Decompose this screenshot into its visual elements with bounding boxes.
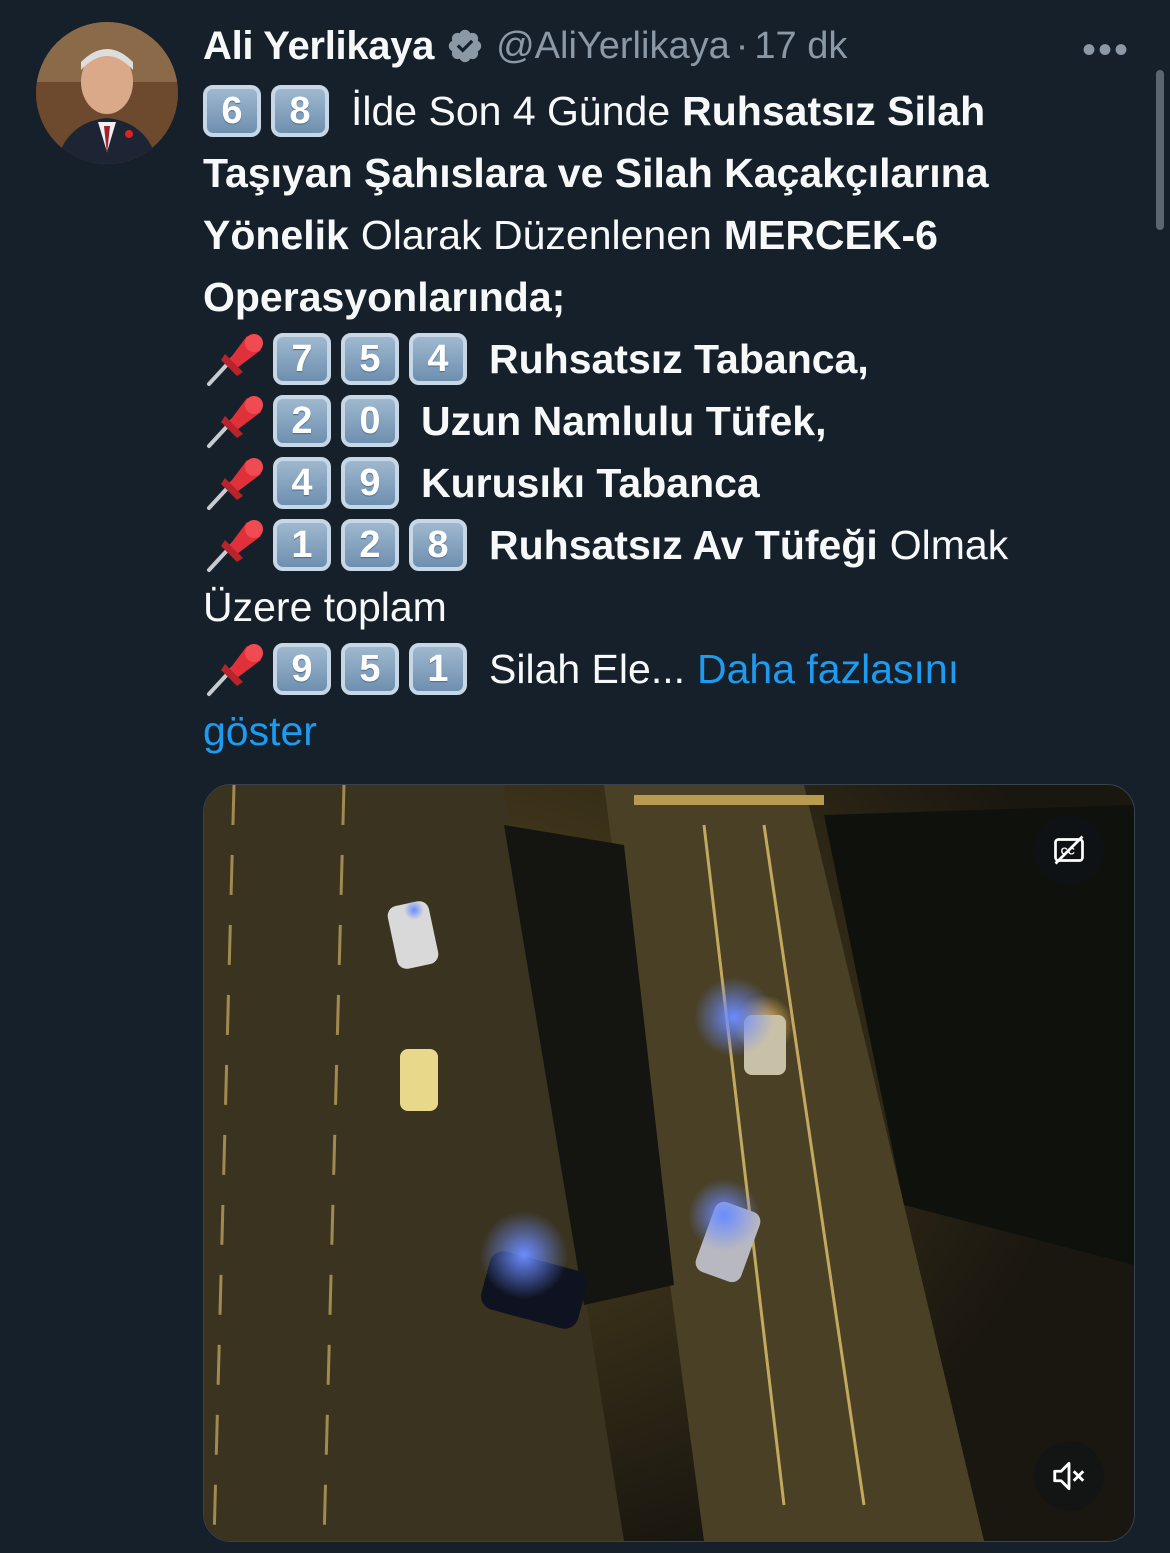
author-handle[interactable]: @AliYerlikaya bbox=[496, 25, 730, 68]
tweet-line-11: göster bbox=[203, 700, 1123, 762]
list-item: 9 5 1 Silah Ele... Daha fazlasını bbox=[203, 638, 1123, 700]
closed-captions-button[interactable]: CC bbox=[1034, 815, 1104, 885]
list-item: 1 2 8 Ruhsatsız Av Tüfeği Olmak bbox=[203, 514, 1123, 576]
avatar-photo bbox=[36, 22, 178, 164]
keycap-digit: 9 bbox=[341, 457, 399, 509]
tweet-text-normal: Silah Ele... bbox=[489, 646, 685, 692]
tweet-text-bold: Yönelik bbox=[203, 212, 349, 258]
tweet-line-9: Üzere toplam bbox=[203, 576, 1123, 638]
keycap-digit: 6 bbox=[203, 85, 261, 137]
list-item: 2 0 Uzun Namlulu Tüfek, bbox=[203, 390, 1123, 452]
separator-dot: · bbox=[735, 24, 749, 67]
list-item: 4 9 Kurusıkı Tabanca bbox=[203, 452, 1123, 514]
tweet-text-normal: Olarak Düzenlenen bbox=[360, 212, 712, 258]
tweet-text-normal: İlde Son 4 Günde bbox=[351, 88, 671, 134]
keycap-digit: 7 bbox=[273, 333, 331, 385]
keycap-digit: 9 bbox=[273, 643, 331, 695]
tweet-line-4: Operasyonlarında; bbox=[203, 266, 1123, 328]
keycap-digit: 8 bbox=[409, 519, 467, 571]
show-more-link[interactable]: göster bbox=[203, 700, 317, 762]
keycap-digit: 2 bbox=[273, 395, 331, 447]
avatar[interactable] bbox=[36, 22, 178, 164]
closed-captions-off-icon: CC bbox=[1054, 835, 1084, 865]
tweet-text: 6 8 İlde Son 4 Günde Ruhsatsız Silah Taş… bbox=[203, 80, 1123, 762]
keycap-digit: 0 bbox=[341, 395, 399, 447]
video-player[interactable]: CC bbox=[203, 784, 1135, 1542]
keycap-digit: 2 bbox=[341, 519, 399, 571]
item-label: Ruhsatsız Av Tüfeği bbox=[489, 522, 878, 568]
keycap-digit: 8 bbox=[271, 85, 329, 137]
keycap-digit: 4 bbox=[409, 333, 467, 385]
tweet-text-normal: Olmak bbox=[889, 522, 1009, 568]
keycap-digit: 5 bbox=[341, 333, 399, 385]
pushpin-icon bbox=[207, 334, 263, 386]
video-frame bbox=[204, 785, 1134, 1541]
scrollbar[interactable] bbox=[1156, 70, 1164, 230]
timestamp[interactable]: 17 dk bbox=[754, 25, 847, 68]
tweet-text-bold: Operasyonlarında; bbox=[203, 274, 566, 320]
keycap-digit: 1 bbox=[409, 643, 467, 695]
keycap-digit: 1 bbox=[273, 519, 331, 571]
item-label: Uzun Namlulu Tüfek, bbox=[421, 398, 827, 444]
list-item: 7 5 4 Ruhsatsız Tabanca, bbox=[203, 328, 1123, 390]
tweet-line-2: Taşıyan Şahıslara ve Silah Kaçakçılarına bbox=[203, 142, 1123, 204]
tweet-header: Ali Yerlikaya @AliYerlikaya · 17 dk ••• bbox=[203, 20, 1150, 73]
tweet-line-3: Yönelik Olarak Düzenlenen MERCEK-6 bbox=[203, 204, 1123, 266]
author-name[interactable]: Ali Yerlikaya bbox=[203, 24, 434, 69]
pushpin-icon bbox=[207, 644, 263, 696]
keycap-digit: 5 bbox=[341, 643, 399, 695]
item-label: Ruhsatsız Tabanca, bbox=[489, 336, 869, 382]
more-options-button[interactable]: ••• bbox=[1082, 28, 1130, 73]
item-label: Kurusıkı Tabanca bbox=[421, 460, 760, 506]
show-more-link[interactable]: Daha fazlasını bbox=[697, 638, 959, 700]
verified-badge-icon[interactable] bbox=[446, 27, 484, 65]
pushpin-icon bbox=[207, 396, 263, 448]
tweet-text-bold: MERCEK-6 bbox=[723, 212, 938, 258]
pushpin-icon bbox=[207, 520, 263, 572]
tweet-text-bold: Ruhsatsız Silah bbox=[682, 88, 986, 134]
pushpin-icon bbox=[207, 458, 263, 510]
mute-button[interactable] bbox=[1034, 1441, 1104, 1511]
tweet-text-bold: Taşıyan Şahıslara ve Silah Kaçakçılarına bbox=[203, 150, 989, 196]
keycap-digit: 4 bbox=[273, 457, 331, 509]
speaker-muted-icon bbox=[1053, 1461, 1085, 1491]
tweet-line-1: 6 8 İlde Son 4 Günde Ruhsatsız Silah bbox=[203, 80, 1123, 142]
tweet-text-normal: Üzere toplam bbox=[203, 584, 447, 630]
